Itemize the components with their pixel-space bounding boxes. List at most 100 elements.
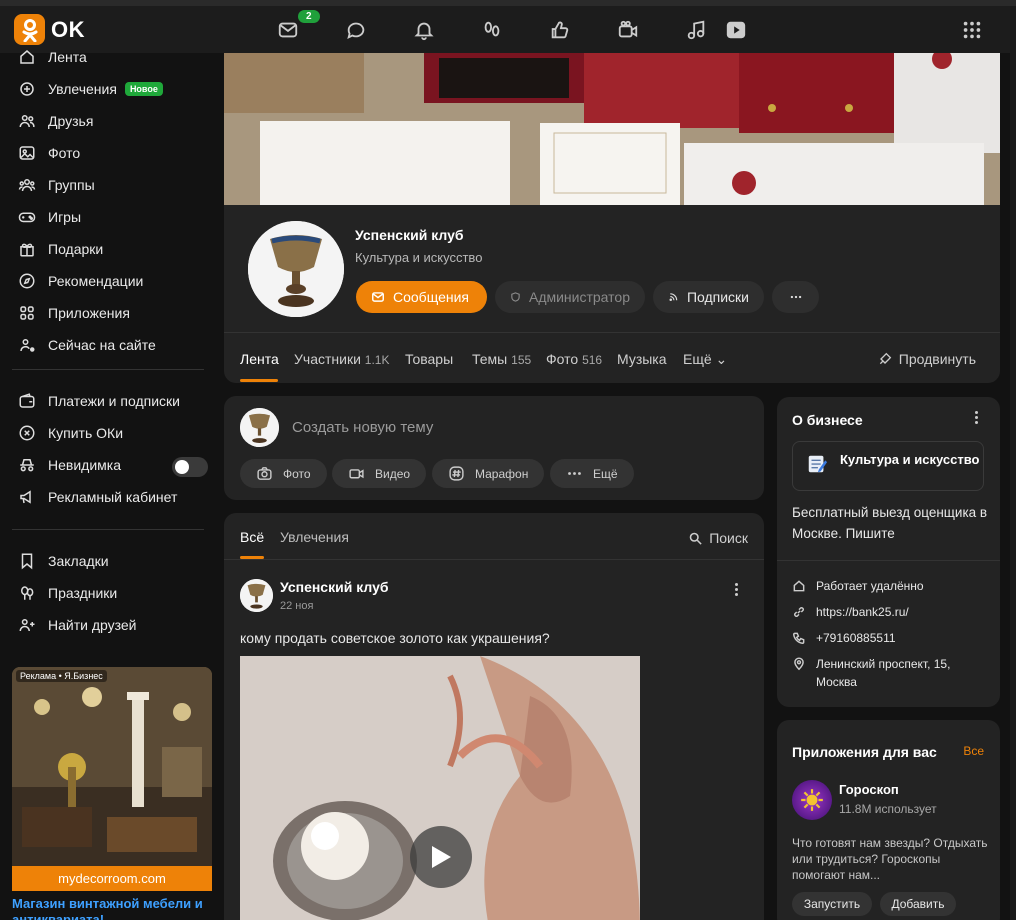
- horoscope-app-icon[interactable]: [792, 780, 832, 820]
- post-author[interactable]: Успенский клуб: [280, 579, 389, 595]
- top-bar: OK 2: [0, 0, 1016, 53]
- business-menu-icon[interactable]: [966, 407, 986, 427]
- feed-tab-hobbies[interactable]: Увлечения: [280, 529, 349, 545]
- group-category[interactable]: Культура и искусство: [355, 250, 482, 265]
- ok-logo-icon: [14, 14, 45, 45]
- feed-search[interactable]: Поиск: [688, 530, 748, 546]
- new-badge: Новое: [124, 82, 163, 96]
- invisible-toggle[interactable]: [172, 457, 208, 477]
- more-chip[interactable]: Ещё: [550, 459, 634, 488]
- sidebar-item-recommendations[interactable]: Рекомендации: [18, 269, 143, 293]
- sidebar-item-label: Фото: [48, 145, 81, 161]
- add-app-button[interactable]: Добавить: [880, 892, 956, 916]
- sidebar-ad[interactable]: Реклама • Я.Бизнес mydecorroom.com Магаз…: [12, 667, 212, 920]
- shield-icon: [511, 292, 520, 302]
- feed-card: Всё Увлечения Поиск Успенский клуб 22 но…: [224, 513, 764, 920]
- sidebar-item-apps[interactable]: Приложения: [18, 301, 130, 325]
- app-description: Что готовят нам звезды? Отдыхать или тру…: [792, 836, 988, 882]
- more-button[interactable]: [772, 281, 819, 313]
- group-avatar[interactable]: [248, 221, 344, 317]
- app-name[interactable]: Гороскоп: [839, 782, 899, 797]
- play-icon[interactable]: [722, 16, 750, 44]
- logo-text: OK: [51, 16, 85, 42]
- sidebar-item-label: Группы: [48, 177, 95, 193]
- sidebar-item-label: Закладки: [48, 553, 109, 569]
- phone-icon: [793, 632, 805, 644]
- promote-link[interactable]: Продвинуть: [877, 351, 976, 367]
- music-icon[interactable]: [682, 16, 710, 44]
- post-menu-icon[interactable]: [726, 579, 746, 599]
- ad-image[interactable]: Реклама • Я.Бизнес: [12, 667, 212, 866]
- business-row-link[interactable]: https://bank25.ru/: [792, 603, 909, 621]
- apps-grid-icon[interactable]: [958, 16, 986, 44]
- admin-button[interactable]: Администратор: [495, 281, 645, 313]
- marathon-chip[interactable]: Марафон: [432, 459, 545, 488]
- scrollbar[interactable]: [1010, 6, 1016, 920]
- like-icon[interactable]: [546, 16, 574, 44]
- ad-domain[interactable]: mydecorroom.com: [12, 866, 212, 891]
- coin-icon: [19, 425, 35, 441]
- camera-icon: [257, 467, 272, 480]
- sidebar-item-label: Рекомендации: [48, 273, 144, 289]
- notepad-icon: [808, 455, 828, 473]
- sidebar-item-gifts[interactable]: Подарки: [18, 237, 103, 261]
- guests-icon[interactable]: [478, 16, 506, 44]
- sidebar-item-photo[interactable]: Фото: [18, 141, 80, 165]
- business-row-phone[interactable]: +79160885511: [792, 629, 896, 647]
- sidebar-item-games[interactable]: Игры: [18, 205, 81, 229]
- post-date[interactable]: 22 ноя: [280, 600, 313, 612]
- tab-products[interactable]: Товары: [405, 351, 453, 367]
- photo-chip[interactable]: Фото: [240, 459, 327, 488]
- sidebar-item-label: Игры: [48, 209, 82, 225]
- sidebar-item-payments[interactable]: Платежи и подписки: [18, 389, 180, 413]
- tab-more[interactable]: Ещё ⌄: [683, 351, 727, 368]
- sidebar-item-hobbies[interactable]: Увлечения Новое: [18, 77, 163, 101]
- video-icon[interactable]: [614, 16, 642, 44]
- create-topic-input[interactable]: Создать новую тему: [292, 419, 433, 436]
- more-dots-icon: [568, 472, 581, 475]
- promote-label: Продвинуть: [898, 351, 976, 367]
- sidebar-item-label: Лента: [48, 49, 87, 65]
- ad-title[interactable]: Магазин винтажной мебели и антиквариата!: [12, 896, 212, 920]
- business-row-remote: Работает удалённо: [792, 577, 924, 595]
- tab-members[interactable]: Участники 1.1K: [294, 351, 389, 367]
- play-button[interactable]: [410, 826, 472, 888]
- sidebar-item-invisible[interactable]: Невидимка: [18, 453, 121, 477]
- sidebar-item-holidays[interactable]: Праздники: [18, 581, 117, 605]
- megaphone-icon: [20, 490, 31, 504]
- business-category[interactable]: Культура и искусство: [792, 441, 984, 491]
- bell-icon[interactable]: [410, 16, 438, 44]
- author-avatar: [240, 408, 279, 447]
- chat-icon[interactable]: [342, 16, 370, 44]
- sidebar-divider: [12, 369, 204, 370]
- sidebar-item-label: Невидимка: [48, 457, 121, 473]
- video-chip[interactable]: Видео: [332, 459, 427, 488]
- subscriptions-button[interactable]: Подписки: [653, 281, 764, 313]
- launch-app-button[interactable]: Запустить: [792, 892, 872, 916]
- mail-icon[interactable]: [274, 16, 302, 44]
- post-author-avatar[interactable]: [240, 579, 273, 612]
- feed-tab-all[interactable]: Всё: [240, 529, 264, 545]
- sidebar-item-label: Купить ОКи: [48, 425, 124, 441]
- sidebar-item-label: Рекламный кабинет: [48, 489, 178, 505]
- ok-logo[interactable]: OK: [14, 14, 85, 45]
- sidebar-item-friends[interactable]: Друзья: [18, 109, 93, 133]
- group-profile-card: Успенский клуб Культура и искусство Сооб…: [224, 205, 1000, 383]
- tab-music[interactable]: Музыка: [617, 351, 667, 367]
- apps-all-link[interactable]: Все: [963, 744, 984, 758]
- incognito-icon: [20, 459, 34, 472]
- post-video[interactable]: [240, 656, 640, 920]
- tab-feed[interactable]: Лента: [240, 351, 279, 367]
- sidebar-item-feed[interactable]: Лента: [18, 45, 87, 69]
- sidebar-item-buy-oki[interactable]: Купить ОКи: [18, 421, 123, 445]
- messages-button[interactable]: Сообщения: [356, 281, 487, 313]
- tab-topics[interactable]: Темы 155: [472, 351, 531, 367]
- sidebar-item-bookmarks[interactable]: Закладки: [18, 549, 109, 573]
- tab-photo[interactable]: Фото 516: [546, 351, 602, 367]
- sidebar-item-groups[interactable]: Группы: [18, 173, 95, 197]
- bookmark-icon: [21, 553, 33, 570]
- sidebar-item-ad-cabinet[interactable]: Рекламный кабинет: [18, 485, 177, 509]
- sidebar-item-find-friends[interactable]: Найти друзей: [18, 613, 137, 637]
- photo-icon: [19, 146, 35, 160]
- sidebar-item-online[interactable]: Сейчас на сайте: [18, 333, 156, 357]
